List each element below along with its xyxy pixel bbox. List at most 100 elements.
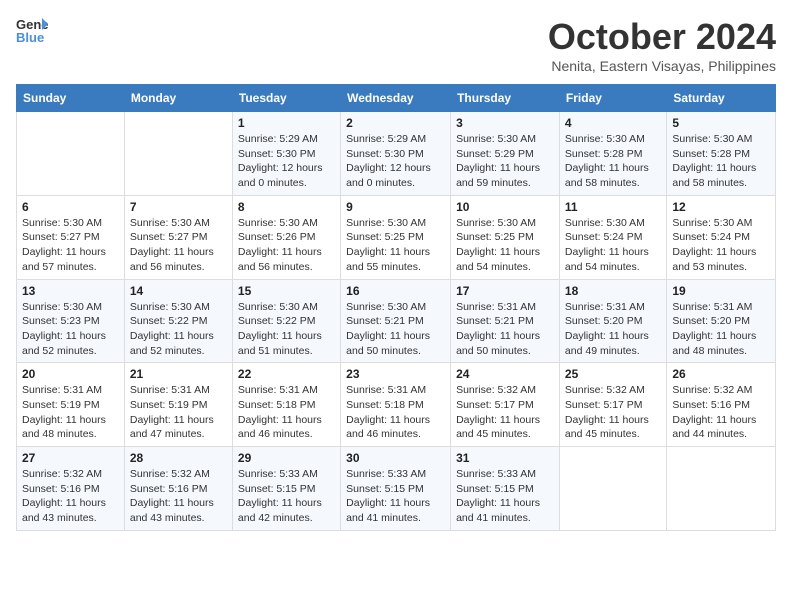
day-number: 10: [456, 200, 554, 214]
title-section: October 2024 Nenita, Eastern Visayas, Ph…: [548, 16, 776, 74]
calendar-cell: 7 Sunrise: 5:30 AM Sunset: 5:27 PM Daylig…: [124, 195, 232, 279]
day-info: Sunrise: 5:30 AM Sunset: 5:22 PM Dayligh…: [130, 300, 227, 359]
calendar-cell: 20Sunrise: 5:31 AM Sunset: 5:19 PM Dayli…: [17, 363, 125, 447]
day-info: Sunrise: 5:30 AM Sunset: 5:25 PM Dayligh…: [456, 216, 554, 275]
weekday-header-saturday: Saturday: [667, 85, 776, 112]
day-number: 4: [565, 116, 661, 130]
calendar-cell: 11 Sunrise: 5:30 AM Sunset: 5:24 PM Dayli…: [559, 195, 666, 279]
day-number: 22: [238, 367, 335, 381]
day-info: Sunrise: 5:30 AM Sunset: 5:26 PM Dayligh…: [238, 216, 335, 275]
day-info: Sunrise: 5:32 AM Sunset: 5:16 PM Dayligh…: [130, 467, 227, 526]
day-info: Sunrise: 5:29 AM Sunset: 5:30 PM Dayligh…: [238, 132, 335, 191]
day-number: 30: [346, 451, 445, 465]
day-number: 14: [130, 284, 227, 298]
day-number: 29: [238, 451, 335, 465]
calendar-cell: 4 Sunrise: 5:30 AM Sunset: 5:28 PM Daylig…: [559, 112, 666, 196]
calendar-cell: 29 Sunrise: 5:33 AM Sunset: 5:15 PM Dayli…: [232, 447, 340, 531]
month-title: October 2024: [548, 16, 776, 58]
day-number: 23: [346, 367, 445, 381]
calendar-cell: 31 Sunrise: 5:33 AM Sunset: 5:15 PM Dayli…: [451, 447, 560, 531]
calendar-cell: [667, 447, 776, 531]
logo-icon: General Blue: [16, 16, 48, 44]
day-info: Sunrise: 5:31 AM Sunset: 5:18 PM Dayligh…: [238, 383, 335, 442]
calendar-cell: 15 Sunrise: 5:30 AM Sunset: 5:22 PM Dayli…: [232, 279, 340, 363]
calendar-week-row: 1Sunrise: 5:29 AM Sunset: 5:30 PM Daylig…: [17, 112, 776, 196]
calendar-cell: [559, 447, 666, 531]
svg-text:Blue: Blue: [16, 30, 44, 44]
day-info: Sunrise: 5:30 AM Sunset: 5:23 PM Dayligh…: [22, 300, 119, 359]
calendar-cell: 5Sunrise: 5:30 AM Sunset: 5:28 PM Daylig…: [667, 112, 776, 196]
day-info: Sunrise: 5:30 AM Sunset: 5:29 PM Dayligh…: [456, 132, 554, 191]
calendar-cell: 22 Sunrise: 5:31 AM Sunset: 5:18 PM Dayli…: [232, 363, 340, 447]
calendar-cell: 28 Sunrise: 5:32 AM Sunset: 5:16 PM Dayli…: [124, 447, 232, 531]
day-number: 12: [672, 200, 770, 214]
day-info: Sunrise: 5:33 AM Sunset: 5:15 PM Dayligh…: [346, 467, 445, 526]
day-info: Sunrise: 5:30 AM Sunset: 5:21 PM Dayligh…: [346, 300, 445, 359]
calendar-cell: 13 Sunrise: 5:30 AM Sunset: 5:23 PM Dayli…: [17, 279, 125, 363]
day-info: Sunrise: 5:30 AM Sunset: 5:24 PM Dayligh…: [565, 216, 661, 275]
day-info: Sunrise: 5:30 AM Sunset: 5:22 PM Dayligh…: [238, 300, 335, 359]
calendar-cell: 27 Sunrise: 5:32 AM Sunset: 5:16 PM Dayli…: [17, 447, 125, 531]
calendar-week-row: 13 Sunrise: 5:30 AM Sunset: 5:23 PM Dayli…: [17, 279, 776, 363]
day-number: 2: [346, 116, 445, 130]
calendar-cell: 17Sunrise: 5:31 AM Sunset: 5:21 PM Dayli…: [451, 279, 560, 363]
day-info: Sunrise: 5:33 AM Sunset: 5:15 PM Dayligh…: [238, 467, 335, 526]
calendar-cell: 14 Sunrise: 5:30 AM Sunset: 5:22 PM Dayli…: [124, 279, 232, 363]
day-number: 5: [672, 116, 770, 130]
calendar-cell: 6Sunrise: 5:30 AM Sunset: 5:27 PM Daylig…: [17, 195, 125, 279]
day-info: Sunrise: 5:30 AM Sunset: 5:28 PM Dayligh…: [565, 132, 661, 191]
weekday-header-wednesday: Wednesday: [341, 85, 451, 112]
calendar-cell: 25Sunrise: 5:32 AM Sunset: 5:17 PM Dayli…: [559, 363, 666, 447]
calendar-cell: 8Sunrise: 5:30 AM Sunset: 5:26 PM Daylig…: [232, 195, 340, 279]
calendar-cell: 3 Sunrise: 5:30 AM Sunset: 5:29 PM Daylig…: [451, 112, 560, 196]
day-number: 11: [565, 200, 661, 214]
calendar-cell: 1Sunrise: 5:29 AM Sunset: 5:30 PM Daylig…: [232, 112, 340, 196]
day-number: 3: [456, 116, 554, 130]
day-number: 26: [672, 367, 770, 381]
weekday-header-thursday: Thursday: [451, 85, 560, 112]
day-number: 9: [346, 200, 445, 214]
calendar-week-row: 27 Sunrise: 5:32 AM Sunset: 5:16 PM Dayli…: [17, 447, 776, 531]
day-info: Sunrise: 5:32 AM Sunset: 5:16 PM Dayligh…: [22, 467, 119, 526]
calendar-cell: 10 Sunrise: 5:30 AM Sunset: 5:25 PM Dayli…: [451, 195, 560, 279]
day-info: Sunrise: 5:31 AM Sunset: 5:19 PM Dayligh…: [130, 383, 227, 442]
day-info: Sunrise: 5:31 AM Sunset: 5:20 PM Dayligh…: [672, 300, 770, 359]
calendar-cell: 12Sunrise: 5:30 AM Sunset: 5:24 PM Dayli…: [667, 195, 776, 279]
day-number: 6: [22, 200, 119, 214]
day-number: 21: [130, 367, 227, 381]
day-number: 27: [22, 451, 119, 465]
day-info: Sunrise: 5:33 AM Sunset: 5:15 PM Dayligh…: [456, 467, 554, 526]
day-number: 16: [346, 284, 445, 298]
weekday-header-monday: Monday: [124, 85, 232, 112]
day-number: 18: [565, 284, 661, 298]
day-number: 28: [130, 451, 227, 465]
day-info: Sunrise: 5:32 AM Sunset: 5:17 PM Dayligh…: [456, 383, 554, 442]
calendar-cell: 18Sunrise: 5:31 AM Sunset: 5:20 PM Dayli…: [559, 279, 666, 363]
day-number: 15: [238, 284, 335, 298]
calendar-cell: 9 Sunrise: 5:30 AM Sunset: 5:25 PM Daylig…: [341, 195, 451, 279]
day-info: Sunrise: 5:30 AM Sunset: 5:25 PM Dayligh…: [346, 216, 445, 275]
weekday-header-tuesday: Tuesday: [232, 85, 340, 112]
calendar-cell: [124, 112, 232, 196]
day-number: 31: [456, 451, 554, 465]
day-info: Sunrise: 5:30 AM Sunset: 5:27 PM Dayligh…: [130, 216, 227, 275]
calendar-week-row: 6 Sunrise: 5:30 AM Sunset: 5:27 PM Daylig…: [17, 195, 776, 279]
weekday-header-sunday: Sunday: [17, 85, 125, 112]
calendar-week-row: 20Sunrise: 5:31 AM Sunset: 5:19 PM Dayli…: [17, 363, 776, 447]
day-info: Sunrise: 5:29 AM Sunset: 5:30 PM Dayligh…: [346, 132, 445, 191]
day-info: Sunrise: 5:31 AM Sunset: 5:18 PM Dayligh…: [346, 383, 445, 442]
day-number: 19: [672, 284, 770, 298]
day-info: Sunrise: 5:31 AM Sunset: 5:21 PM Dayligh…: [456, 300, 554, 359]
calendar-cell: 30 Sunrise: 5:33 AM Sunset: 5:15 PM Dayli…: [341, 447, 451, 531]
calendar-cell: 21 Sunrise: 5:31 AM Sunset: 5:19 PM Dayli…: [124, 363, 232, 447]
calendar-cell: 24Sunrise: 5:32 AM Sunset: 5:17 PM Dayli…: [451, 363, 560, 447]
day-number: 13: [22, 284, 119, 298]
calendar-cell: 26 Sunrise: 5:32 AM Sunset: 5:16 PM Dayli…: [667, 363, 776, 447]
page-header: General Blue October 2024 Nenita, Easter…: [16, 16, 776, 74]
day-info: Sunrise: 5:32 AM Sunset: 5:16 PM Dayligh…: [672, 383, 770, 442]
calendar-cell: 2 Sunrise: 5:29 AM Sunset: 5:30 PM Daylig…: [341, 112, 451, 196]
logo: General Blue: [16, 16, 48, 44]
location-subtitle: Nenita, Eastern Visayas, Philippines: [548, 58, 776, 74]
day-number: 7: [130, 200, 227, 214]
calendar-cell: 19 Sunrise: 5:31 AM Sunset: 5:20 PM Dayli…: [667, 279, 776, 363]
